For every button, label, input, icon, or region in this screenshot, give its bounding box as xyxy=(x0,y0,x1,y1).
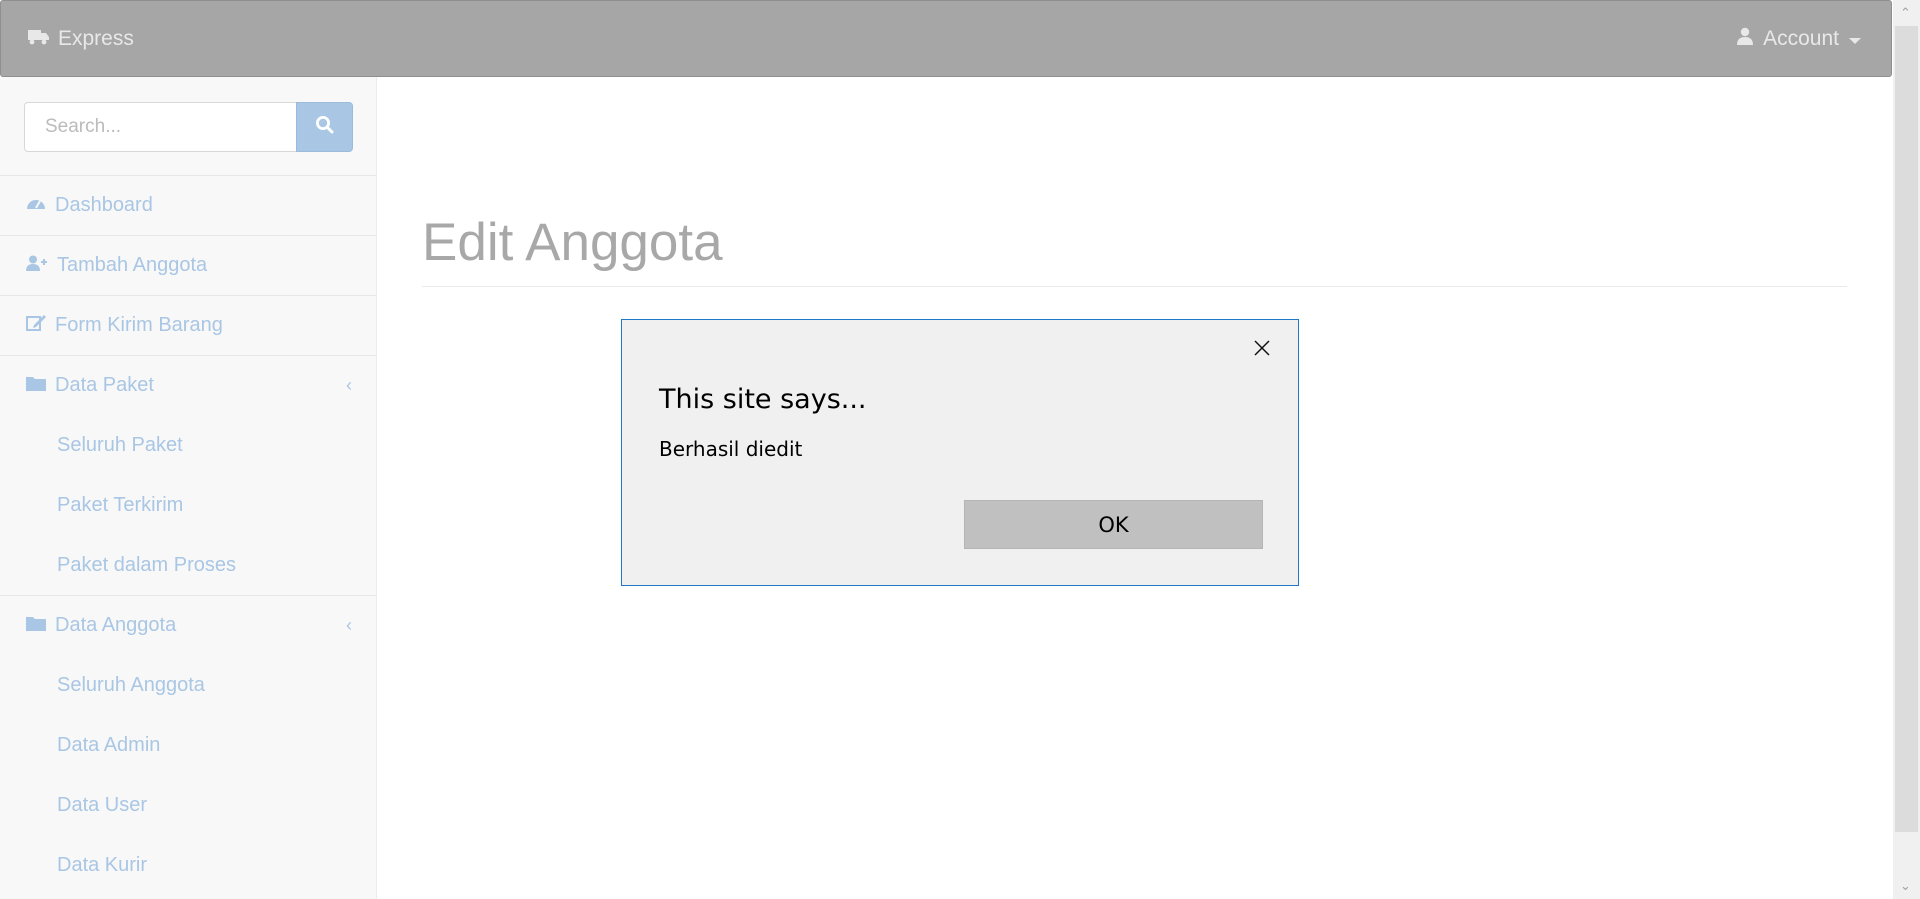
truck-icon xyxy=(28,27,50,51)
caret-down-icon xyxy=(1849,37,1861,44)
account-label: Account xyxy=(1763,27,1839,50)
close-icon[interactable] xyxy=(1250,336,1274,360)
chevron-left-icon: ‹ xyxy=(346,615,352,635)
scroll-up-icon[interactable]: ⌃ xyxy=(1900,5,1911,21)
dialog-title: This site says... xyxy=(659,384,867,415)
sidebar-subitem-paket-dalam-proses[interactable]: Paket dalam Proses xyxy=(0,535,376,595)
brand-link[interactable]: Express xyxy=(28,27,134,51)
sidebar-item-label: Data Paket xyxy=(55,374,154,396)
sidebar-item-data-anggota[interactable]: Data Anggota ‹ xyxy=(0,595,376,655)
sidebar-subitem-data-kurir[interactable]: Data Kurir xyxy=(0,835,376,895)
scroll-down-icon[interactable]: ⌄ xyxy=(1900,878,1911,894)
alert-dialog: This site says... Berhasil diedit OK xyxy=(621,319,1299,586)
user-icon xyxy=(1737,27,1754,51)
chevron-left-icon: ‹ xyxy=(346,375,352,395)
sidebar-subitem-seluruh-anggota[interactable]: Seluruh Anggota xyxy=(0,655,376,715)
scroll-thumb[interactable] xyxy=(1895,26,1918,832)
ok-button[interactable]: OK xyxy=(964,500,1263,549)
sidebar-search xyxy=(24,102,353,152)
sidebar-item-form-kirim-barang[interactable]: Form Kirim Barang xyxy=(0,295,376,355)
dialog-message: Berhasil diedit xyxy=(659,437,803,461)
sidebar-item-tambah-anggota[interactable]: Tambah Anggota xyxy=(0,235,376,295)
search-icon xyxy=(315,115,335,140)
search-button[interactable] xyxy=(296,102,353,152)
brand-label: Express xyxy=(58,27,134,50)
sidebar-subitem-paket-terkirim[interactable]: Paket Terkirim xyxy=(0,475,376,535)
page-scrollbar[interactable]: ⌃ ⌄ xyxy=(1893,0,1920,899)
sidebar-item-data-paket[interactable]: Data Paket ‹ xyxy=(0,355,376,415)
user-plus-icon xyxy=(26,254,48,277)
sidebar-item-dashboard[interactable]: Dashboard xyxy=(0,175,376,235)
sidebar-item-label: Tambah Anggota xyxy=(57,254,208,276)
page-title: Edit Anggota xyxy=(422,213,723,272)
sidebar-item-label: Data Anggota xyxy=(55,614,177,636)
account-dropdown[interactable]: Account xyxy=(1737,27,1861,51)
sidebar-subitem-seluruh-paket[interactable]: Seluruh Paket xyxy=(0,415,376,475)
top-navbar: Express Account xyxy=(0,0,1892,77)
title-divider xyxy=(422,286,1847,287)
search-input[interactable] xyxy=(24,102,296,152)
folder-icon xyxy=(26,374,46,397)
folder-icon xyxy=(26,614,46,637)
sidebar-subitem-data-user[interactable]: Data User xyxy=(0,775,376,835)
sidebar-item-label: Form Kirim Barang xyxy=(55,314,223,336)
dashboard-icon xyxy=(26,194,46,217)
sidebar-menu: Dashboard Tambah Anggota Form Kirim Bara… xyxy=(0,175,376,895)
edit-icon xyxy=(26,314,46,338)
sidebar: Dashboard Tambah Anggota Form Kirim Bara… xyxy=(0,77,377,899)
sidebar-item-label: Dashboard xyxy=(55,194,153,216)
sidebar-subitem-data-admin[interactable]: Data Admin xyxy=(0,715,376,775)
